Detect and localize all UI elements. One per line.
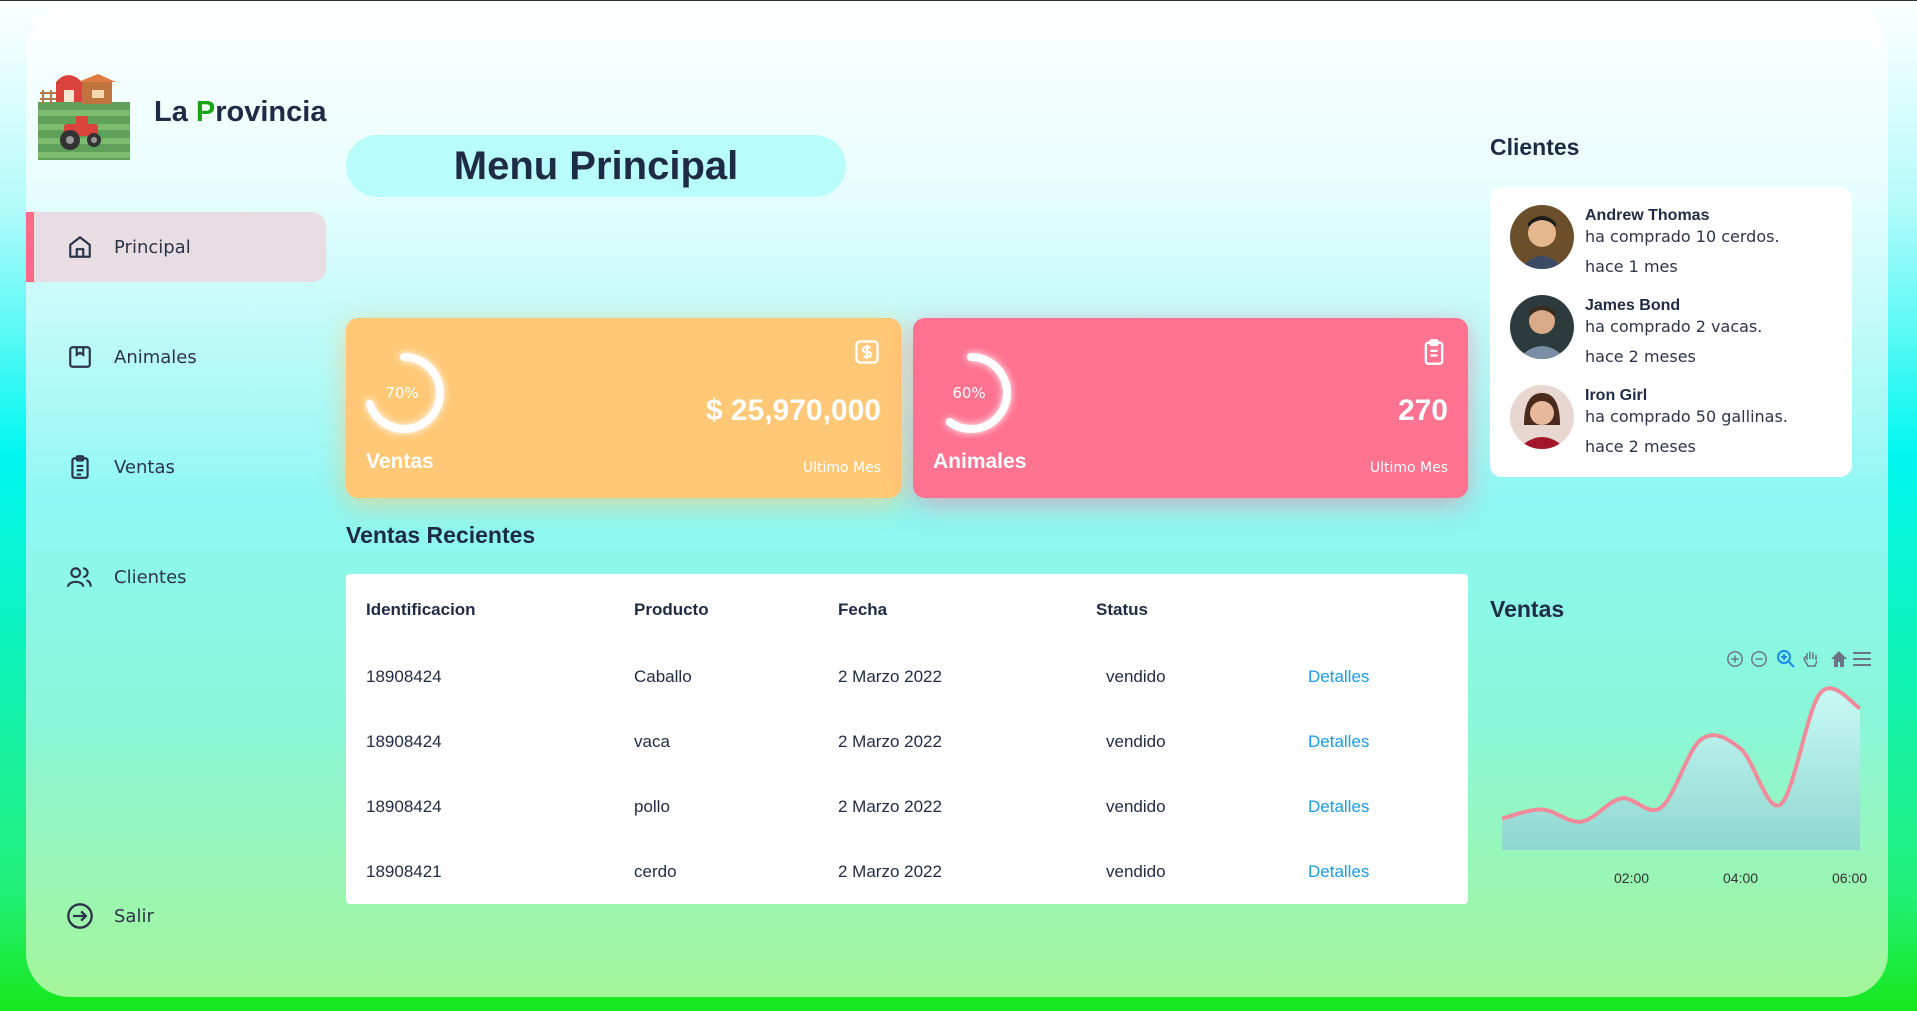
sidebar-item-label: Ventas — [114, 456, 175, 478]
sidebar-item-principal[interactable]: Principal — [26, 212, 326, 282]
cell-id: 18908424 — [366, 732, 442, 751]
cell-product: cerdo — [634, 862, 677, 881]
column-header: Identificacion — [366, 600, 476, 619]
x-tick-label: 02:00 — [1614, 870, 1650, 886]
clients-title: Clientes — [1490, 134, 1580, 160]
cell-id: 18908424 — [366, 667, 442, 686]
sales-area-chart: 02:00 04:00 06:00 — [1490, 648, 1871, 898]
avatar — [1510, 295, 1574, 359]
avatar — [1510, 385, 1574, 449]
animals-value: 270 — [1397, 394, 1448, 427]
column-header: Fecha — [838, 600, 888, 619]
brand-part-2: P — [195, 96, 216, 128]
client-name: Andrew Thomas — [1585, 207, 1710, 224]
sidebar-item-ventas[interactable]: Ventas — [26, 432, 326, 502]
recent-sales-table: Identificacion Producto Fecha Status 189… — [346, 574, 1468, 904]
cell-status: vendido — [1106, 667, 1166, 686]
details-link[interactable]: Detalles — [1308, 862, 1369, 882]
users-icon — [64, 561, 96, 593]
window-top-border — [0, 0, 1917, 1]
column-header: Status — [1096, 600, 1148, 619]
brand-name: La Provincia — [154, 96, 326, 129]
brand-part-3: rovincia — [215, 96, 327, 128]
chart-plot — [1501, 686, 1862, 850]
client-description: ha comprado 10 cerdos. — [1585, 227, 1780, 246]
client-name: Iron Girl — [1585, 387, 1648, 404]
animals-card[interactable]: 60% 270 Animales Ultimo Mes — [913, 318, 1468, 498]
clipboard-icon — [1420, 338, 1448, 370]
cell-status: vendido — [1106, 862, 1166, 881]
client-time: hace 1 mes — [1585, 257, 1678, 276]
details-link[interactable]: Detalles — [1308, 797, 1369, 817]
clipboard-icon — [64, 451, 96, 483]
client-item[interactable]: Iron Girl ha comprado 50 gallinas. hace … — [1510, 385, 1840, 456]
brand-part-1: La — [154, 96, 196, 128]
cell-product: Caballo — [634, 667, 692, 686]
client-description: ha comprado 50 gallinas. — [1585, 407, 1788, 426]
logout-icon — [64, 900, 96, 932]
dollar-icon — [853, 338, 881, 370]
cell-status: vendido — [1106, 732, 1166, 751]
sidebar-item-label: Principal — [114, 236, 191, 258]
bookmark-icon — [64, 341, 96, 373]
sales-card[interactable]: 70% $ 25,970,000 Ventas Ultimo Mes — [346, 318, 901, 498]
cell-product: pollo — [634, 797, 670, 816]
sidebar-item-label: Salir — [114, 905, 154, 927]
cell-id: 18908424 — [366, 797, 442, 816]
clients-panel: Andrew Thomas ha comprado 10 cerdos. hac… — [1490, 187, 1852, 477]
client-item[interactable]: James Bond ha comprado 2 vacas. hace 2 m… — [1510, 295, 1840, 366]
x-tick-label: 04:00 — [1723, 870, 1759, 886]
client-time: hace 2 meses — [1585, 347, 1696, 366]
cell-status: vendido — [1106, 797, 1166, 816]
cell-date: 2 Marzo 2022 — [838, 862, 942, 881]
sidebar-item-clientes[interactable]: Clientes — [26, 542, 326, 612]
sales-period: Ultimo Mes — [802, 460, 881, 476]
sidebar-item-label: Clientes — [114, 566, 187, 588]
sales-percent: 70% — [385, 384, 419, 402]
app-panel: La Provincia Principal Animales Ventas C… — [26, 8, 1888, 997]
sales-value: $ 25,970,000 — [705, 394, 881, 427]
sales-chart-title: Ventas — [1490, 596, 1565, 622]
page-title: Menu Principal — [346, 135, 846, 197]
cell-id: 18908421 — [366, 862, 442, 881]
cell-date: 2 Marzo 2022 — [838, 732, 942, 751]
animals-period: Ultimo Mes — [1369, 460, 1448, 476]
cell-date: 2 Marzo 2022 — [838, 667, 942, 686]
client-description: ha comprado 2 vacas. — [1585, 317, 1763, 336]
home-icon — [64, 231, 96, 263]
sidebar-item-salir[interactable]: Salir — [26, 881, 326, 951]
avatar — [1510, 205, 1574, 269]
sidebar-item-label: Animales — [114, 346, 197, 368]
details-link[interactable]: Detalles — [1308, 732, 1369, 752]
sales-label: Ventas — [366, 450, 434, 473]
farm-logo — [38, 74, 130, 160]
animals-label: Animales — [933, 450, 1027, 473]
recent-sales-title: Ventas Recientes — [346, 522, 536, 548]
sidebar-item-animales[interactable]: Animales — [26, 322, 326, 392]
animals-percent: 60% — [952, 384, 986, 402]
cell-date: 2 Marzo 2022 — [838, 797, 942, 816]
details-link[interactable]: Detalles — [1308, 667, 1369, 687]
client-name: James Bond — [1585, 297, 1681, 314]
client-time: hace 2 meses — [1585, 437, 1696, 456]
x-tick-label: 06:00 — [1832, 870, 1868, 886]
client-item[interactable]: Andrew Thomas ha comprado 10 cerdos. hac… — [1510, 205, 1840, 276]
cell-product: vaca — [634, 732, 670, 751]
column-header: Producto — [634, 600, 709, 619]
